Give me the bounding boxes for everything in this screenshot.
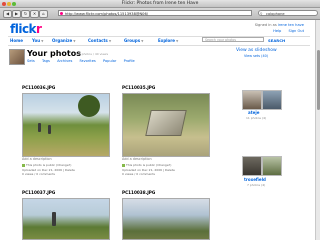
set-title[interactable]: troxefield <box>244 177 266 182</box>
top-links: Help Sign Out <box>267 29 304 33</box>
photo-title[interactable]: PC110037.JPG <box>22 190 55 195</box>
nav-explore[interactable]: Explore▼ <box>158 38 178 43</box>
home-button[interactable]: ⌂ <box>39 10 48 18</box>
set-thumbnail[interactable] <box>242 156 262 176</box>
subnav-favorites[interactable]: Favorites <box>80 59 96 63</box>
nav-you[interactable]: You▼ <box>32 38 43 43</box>
flickr-search-input[interactable]: Search your photos <box>202 37 264 42</box>
subnav-tags[interactable]: Tags <box>42 59 50 63</box>
forward-button[interactable]: ▶ <box>12 10 21 18</box>
tree-shape <box>78 95 100 117</box>
subnav-sets[interactable]: Sets <box>27 59 35 63</box>
photo-meta: This photo is public (Change?) Uploaded … <box>22 163 75 177</box>
photo-title[interactable]: PC110036.JPG <box>22 85 55 90</box>
person-figure <box>38 123 41 132</box>
set-title[interactable]: ateje <box>248 110 259 115</box>
photo-stats: 101 photos / 40 views <box>75 52 109 56</box>
views-comments: 0 views / 0 comments <box>22 172 55 177</box>
set-thumbnail[interactable] <box>242 90 262 110</box>
back-button[interactable]: ◀ <box>3 10 12 18</box>
person-figure <box>52 212 56 226</box>
photo-meta: This photo is public (Change?) Uploaded … <box>122 163 175 177</box>
views-comments: 0 views / 0 comments <box>122 172 155 177</box>
crate-shape <box>145 110 187 136</box>
photo-thumbnail[interactable] <box>22 198 110 240</box>
address-bar[interactable]: http://www.flickr.com/photos/11513938@N0… <box>58 10 252 16</box>
photo-title[interactable]: PC110035.JPG <box>122 85 155 90</box>
nav-home[interactable]: Home <box>10 38 23 43</box>
privacy-status[interactable]: This photo is public (Change?) <box>122 163 175 168</box>
title-bar: Flickr: Photos from Irene ten Have <box>0 0 320 8</box>
photo-caption[interactable]: Add a description <box>22 157 52 161</box>
person-figure <box>48 125 51 134</box>
reload-button[interactable]: ↻ <box>21 10 30 18</box>
stop-button[interactable]: ✕ <box>30 10 39 18</box>
slideshow-link[interactable]: View as slideshow <box>236 48 277 53</box>
photo-caption[interactable]: Add a description <box>122 157 152 161</box>
signed-in-status: Signed in as irene ten have <box>254 23 304 27</box>
nav-organize[interactable]: Organize▼ <box>52 38 76 43</box>
set-count: 11 photos (4) <box>246 116 267 120</box>
window-title: Flickr: Photos from Irene ten Have <box>121 1 199 6</box>
privacy-status[interactable]: This photo is public (Change?) <box>22 163 75 168</box>
page-title: Your photos <box>27 49 81 58</box>
set-count: 7 photos (4) <box>247 183 266 187</box>
browser-window: Flickr: Photos from Irene ten Have ◀ ▶ ↻… <box>0 0 320 240</box>
scrollbar-thumb[interactable] <box>316 50 320 110</box>
vertical-scrollbar[interactable] <box>315 20 320 240</box>
public-icon <box>122 163 125 167</box>
set-thumbnail[interactable] <box>262 156 282 176</box>
nav-groups[interactable]: Groups▼ <box>124 38 143 43</box>
search-icon: ⚲ <box>260 11 263 16</box>
page-content: flickr Signed in as irene ten have Help … <box>0 20 316 240</box>
public-icon <box>22 163 25 167</box>
nav-contacts[interactable]: Contacts▼ <box>88 38 111 43</box>
view-sets-link[interactable]: View sets (40) <box>244 54 268 58</box>
flickr-logo[interactable]: flickr <box>10 22 42 36</box>
avatar[interactable] <box>9 49 25 65</box>
browser-search-field[interactable]: colophone <box>258 10 318 16</box>
subnav-profile[interactable]: Profile <box>124 59 135 63</box>
set-thumbnail[interactable] <box>262 90 282 110</box>
photo-title[interactable]: PC110038.JPG <box>122 190 155 195</box>
subnav-archives[interactable]: Archives <box>57 59 72 63</box>
browser-toolbar: ◀ ▶ ↻ ✕ ⌂ http://www.flickr.com/photos/1… <box>0 8 320 20</box>
subnav-popular[interactable]: Popular <box>103 59 116 63</box>
help-link[interactable]: Help <box>273 29 281 33</box>
flickr-search-button[interactable]: SEARCH <box>268 38 285 43</box>
profile-subnav: Sets Tags Archives Favorites Popular Pro… <box>27 59 141 63</box>
site-favicon-icon <box>60 11 63 15</box>
user-link[interactable]: irene ten have <box>278 23 304 27</box>
sign-out-link[interactable]: Sign Out <box>289 29 305 33</box>
photo-thumbnail[interactable] <box>122 198 210 240</box>
